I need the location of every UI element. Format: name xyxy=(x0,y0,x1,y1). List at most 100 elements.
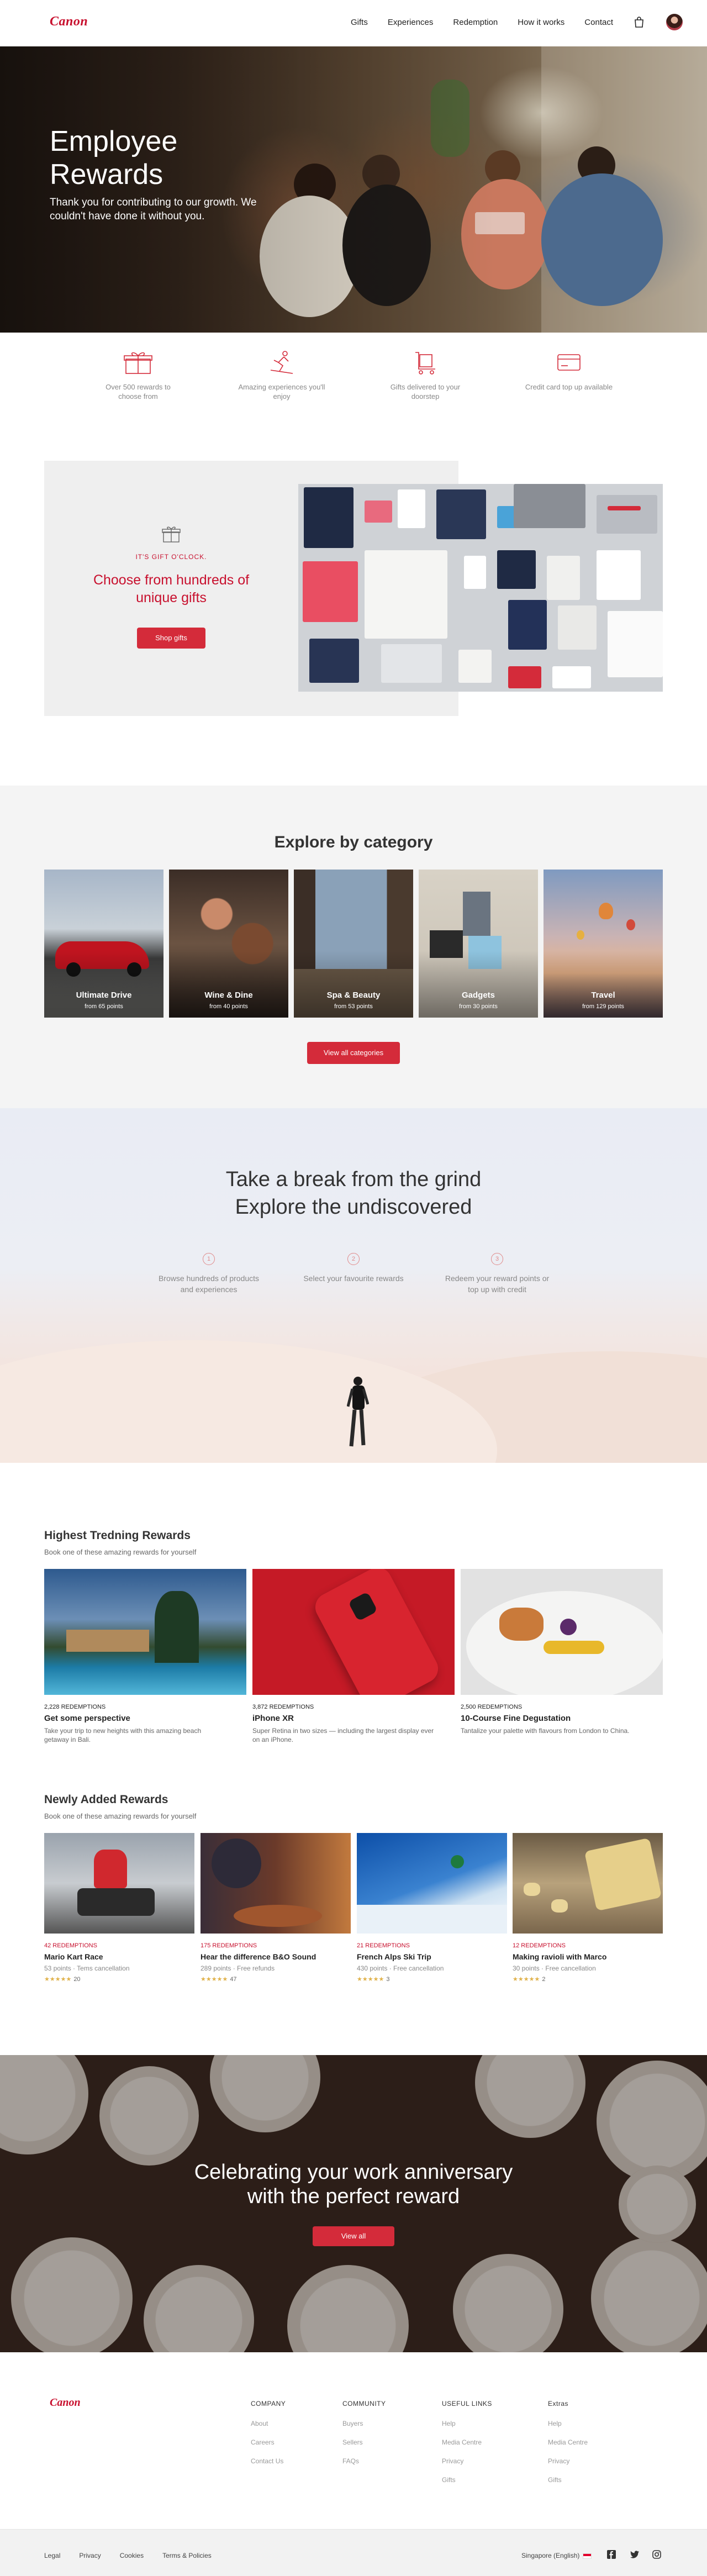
category-name: Gadgets xyxy=(461,991,495,1000)
twitter-icon[interactable] xyxy=(630,2549,640,2559)
shop-gifts-button[interactable]: Shop gifts xyxy=(137,628,205,649)
trending-card[interactable]: 2,500 REDEMPTIONS 10-Course Fine Degusta… xyxy=(461,1569,663,1735)
category-card-travel[interactable]: Travel from 129 points xyxy=(544,870,663,1018)
skier-icon xyxy=(270,351,293,374)
site-footer: Canon COMPANY About Careers Contact Us C… xyxy=(0,2352,707,2529)
category-price: from 53 points xyxy=(334,1003,373,1010)
trending-card[interactable]: 2,228 REDEMPTIONS Get some perspective T… xyxy=(44,1569,246,1744)
shopping-bag-icon[interactable] xyxy=(633,16,645,28)
category-name: Wine & Dine xyxy=(204,991,253,1000)
step-item: 3 Redeem your reward points or top up wi… xyxy=(442,1253,552,1295)
feature-list: Over 500 rewards to choose from Amazing … xyxy=(94,349,613,410)
rating-count: 47 xyxy=(230,1976,237,1983)
site-header: Canon Gifts Experiences Redemption How i… xyxy=(0,0,707,46)
feature-text: Amazing experiences you'll enjoy xyxy=(238,383,325,401)
trending-section-subtitle: Book one of these amazing rewards for yo… xyxy=(44,1548,197,1556)
category-card-spa-beauty[interactable]: Spa & Beauty from 53 points xyxy=(294,870,413,1018)
footer-link[interactable]: Privacy xyxy=(548,2457,588,2465)
main-nav: Gifts Experiences Redemption How it work… xyxy=(351,18,613,27)
cookies-link[interactable]: Cookies xyxy=(120,2552,144,2559)
terms-link[interactable]: Terms & Policies xyxy=(162,2552,212,2559)
category-price: from 65 points xyxy=(85,1003,123,1010)
hero-subtitle: Thank you for contributing to our growth… xyxy=(50,197,257,222)
category-price: from 129 points xyxy=(582,1003,624,1010)
reward-description: Super Retina in two sizes — including th… xyxy=(252,1727,434,1743)
step-text: Browse hundreds of products and experien… xyxy=(158,1274,260,1294)
singapore-flag-icon xyxy=(583,2553,592,2559)
footer-link[interactable]: Gifts xyxy=(442,2476,492,2484)
footer-link[interactable]: Contact Us xyxy=(251,2457,286,2465)
step-number: 3 xyxy=(491,1253,503,1265)
redemption-count: 42 REDEMPTIONS xyxy=(44,1942,97,1949)
redemption-count: 12 REDEMPTIONS xyxy=(513,1942,566,1949)
language-selector[interactable]: Singapore (English) xyxy=(521,2552,592,2559)
star-icons: ★★★★★ xyxy=(513,1976,540,1983)
step-item: 1 Browse hundreds of products and experi… xyxy=(154,1253,264,1295)
anniversary-title-line1: Celebrating your work anniversary xyxy=(194,2161,513,2184)
reward-info: 53 points · Tems cancellation xyxy=(44,1964,130,1972)
reward-name: iPhone XR xyxy=(252,1714,294,1723)
new-reward-card[interactable]: 175 REDEMPTIONS Hear the difference B&O … xyxy=(201,1833,351,1983)
nav-item-gifts[interactable]: Gifts xyxy=(351,18,368,27)
footer-link[interactable]: Careers xyxy=(251,2438,286,2446)
category-card-gadgets[interactable]: Gadgets from 30 points xyxy=(419,870,538,1018)
reward-name: French Alps Ski Trip xyxy=(357,1952,431,1961)
category-name: Ultimate Drive xyxy=(76,991,132,1000)
user-avatar[interactable] xyxy=(666,14,683,30)
category-card-wine-dine[interactable]: Wine & Dine from 40 points xyxy=(169,870,288,1018)
step-text: Select your favourite rewards xyxy=(303,1274,404,1283)
feature-text: Over 500 rewards to choose from xyxy=(105,383,171,401)
footer-link[interactable]: Media Centre xyxy=(548,2438,588,2446)
footer-heading: COMPANY xyxy=(251,2400,286,2408)
category-name: Spa & Beauty xyxy=(326,991,381,1000)
footer-link[interactable]: FAQs xyxy=(342,2457,386,2465)
redemption-count: 2,500 REDEMPTIONS xyxy=(461,1704,523,1710)
facebook-icon[interactable] xyxy=(606,2549,616,2559)
footer-link[interactable]: Media Centre xyxy=(442,2438,492,2446)
category-price: from 30 points xyxy=(459,1003,498,1010)
footer-link[interactable]: Gifts xyxy=(548,2476,588,2484)
brand-logo[interactable]: Canon xyxy=(50,14,88,29)
reward-info: 30 points · Free cancellation xyxy=(513,1964,596,1972)
trending-card[interactable]: 3,872 REDEMPTIONS iPhone XR Super Retina… xyxy=(252,1569,455,1744)
nav-item-redemption[interactable]: Redemption xyxy=(453,18,498,27)
reward-image xyxy=(461,1569,663,1695)
star-icons: ★★★★★ xyxy=(201,1976,228,1983)
footer-logo[interactable]: Canon xyxy=(50,2396,81,2409)
new-rewards-subtitle: Book one of these amazing rewards for yo… xyxy=(44,1812,197,1820)
reward-info: 430 points · Free cancellation xyxy=(357,1964,444,1972)
gift-icon xyxy=(162,526,181,542)
reward-image xyxy=(357,1833,507,1934)
new-reward-card[interactable]: 21 REDEMPTIONS French Alps Ski Trip 430 … xyxy=(357,1833,507,1983)
nav-item-experiences[interactable]: Experiences xyxy=(388,18,434,27)
hero-banner: Employee Rewards Thank you for contribut… xyxy=(0,46,707,333)
privacy-link[interactable]: Privacy xyxy=(79,2552,101,2559)
step-item: 2 Select your favourite rewards xyxy=(298,1253,409,1284)
instagram-icon[interactable] xyxy=(652,2549,662,2559)
footer-link[interactable]: Help xyxy=(548,2420,588,2427)
nav-item-contact[interactable]: Contact xyxy=(584,18,613,27)
footer-link[interactable]: About xyxy=(251,2420,286,2427)
footer-link[interactable]: Privacy xyxy=(442,2457,492,2465)
redemption-count: 3,872 REDEMPTIONS xyxy=(252,1704,314,1710)
gifts-flatlay-image xyxy=(298,484,663,692)
footer-link[interactable]: Help xyxy=(442,2420,492,2427)
new-reward-card[interactable]: 42 REDEMPTIONS Mario Kart Race 53 points… xyxy=(44,1833,194,1983)
reward-name: Making ravioli with Marco xyxy=(513,1952,607,1961)
new-reward-card[interactable]: 12 REDEMPTIONS Making ravioli with Marco… xyxy=(513,1833,663,1983)
feature-item-credit: Credit card top up available xyxy=(525,349,613,410)
footer-link[interactable]: Buyers xyxy=(342,2420,386,2427)
nav-item-how-it-works[interactable]: How it works xyxy=(518,18,564,27)
footer-link[interactable]: Sellers xyxy=(342,2438,386,2446)
rating-stars: ★★★★★ 47 xyxy=(201,1976,351,1983)
reward-description: Tantalize your palette with flavours fro… xyxy=(461,1727,630,1735)
delivery-cart-icon xyxy=(415,352,435,375)
legal-link[interactable]: Legal xyxy=(44,2552,60,2559)
category-price: from 40 points xyxy=(209,1003,248,1010)
promo-eyebrow: IT'S GIFT O'CLOCK. xyxy=(135,553,207,561)
view-all-categories-button[interactable]: View all categories xyxy=(307,1042,400,1064)
view-all-button[interactable]: View all xyxy=(313,2226,394,2246)
category-card-ultimate-drive[interactable]: Ultimate Drive from 65 points xyxy=(44,870,163,1018)
rating-count: 20 xyxy=(73,1976,81,1983)
rating-count: 2 xyxy=(542,1976,546,1983)
